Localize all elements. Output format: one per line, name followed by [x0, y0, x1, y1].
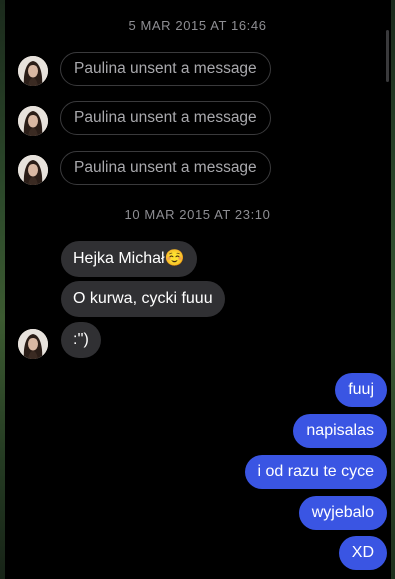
unsent-message-notice: Paulina unsent a message [60, 101, 271, 135]
incoming-message[interactable]: O kurwa, cycki fuuu [61, 281, 225, 317]
avatar[interactable] [18, 155, 48, 185]
avatar[interactable] [18, 329, 48, 359]
chat-window: 5 MAR 2015 AT 16:46 Paulina unsent a mes… [0, 0, 395, 579]
incoming-message[interactable]: Hejka Michał☺️ [61, 241, 197, 277]
incoming-message[interactable]: :'') [61, 322, 101, 358]
outgoing-message[interactable]: wyjebalo [298, 496, 387, 530]
unsent-message-notice: Paulina unsent a message [60, 52, 271, 86]
outgoing-message[interactable]: fuuj [335, 373, 387, 407]
unsent-message-notice: Paulina unsent a message [60, 151, 271, 185]
timestamp: 10 MAR 2015 AT 23:10 [124, 207, 271, 222]
timestamp: 5 MAR 2015 AT 16:46 [128, 18, 267, 33]
outgoing-message[interactable]: i od razu te cyce [244, 455, 387, 489]
outgoing-message[interactable]: XD [338, 536, 387, 570]
outgoing-message[interactable]: napisalas [293, 414, 387, 448]
avatar[interactable] [18, 106, 48, 136]
background-edge-right [391, 0, 395, 579]
scrollbar-thumb[interactable] [386, 30, 389, 82]
avatar[interactable] [18, 56, 48, 86]
background-edge-left [0, 0, 5, 579]
